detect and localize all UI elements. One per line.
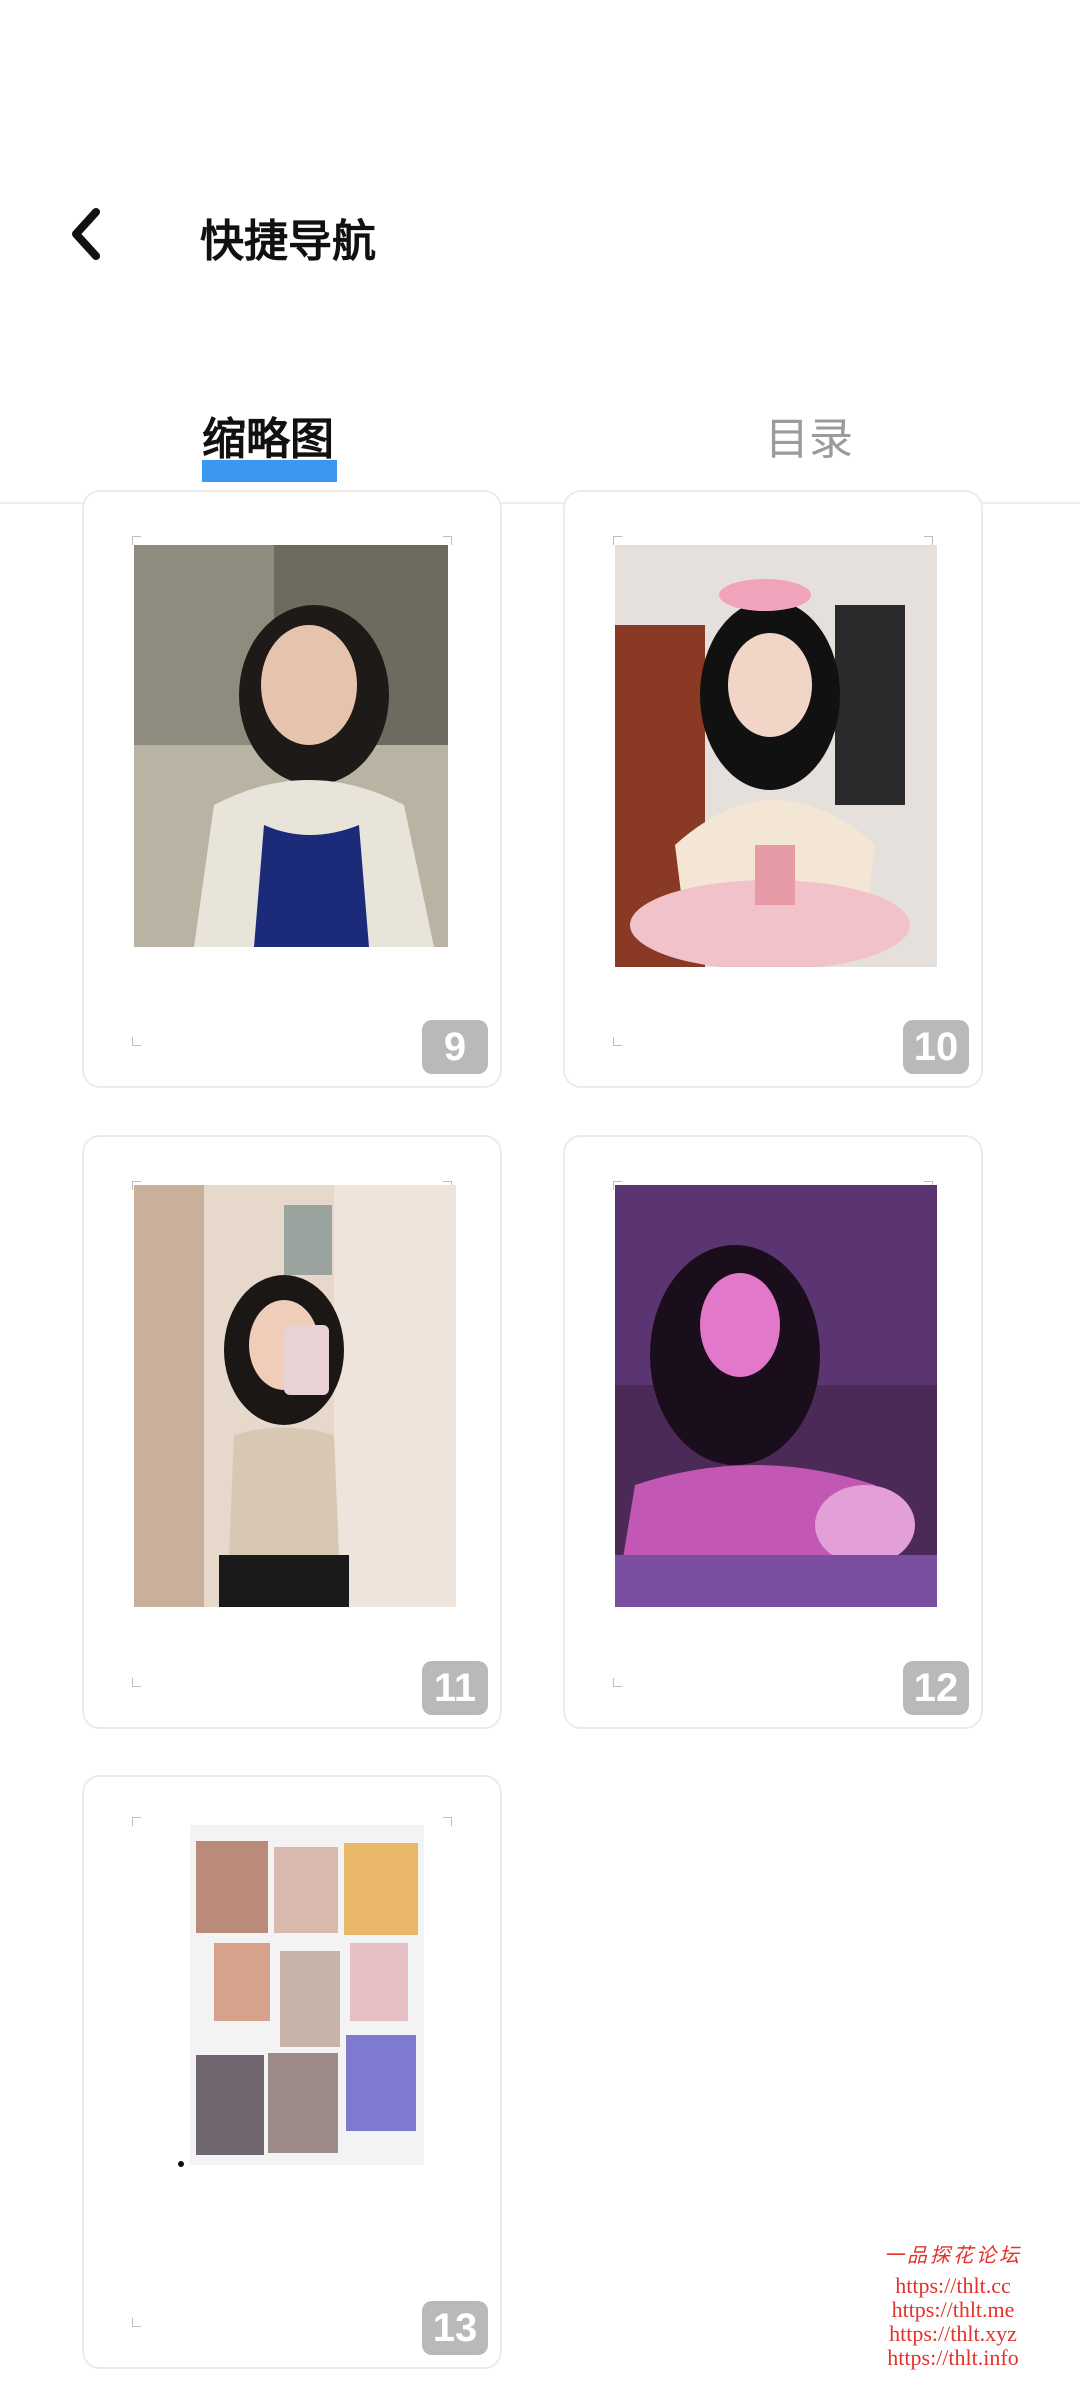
crop-mark <box>443 536 452 545</box>
back-button[interactable] <box>56 200 116 268</box>
page-image-10 <box>615 545 937 967</box>
page-thumbnail-card[interactable]: 9 <box>82 490 502 1088</box>
page-image-11 <box>134 1185 456 1607</box>
active-tab-indicator <box>202 460 337 482</box>
page-thumbnail-card[interactable]: 13 <box>82 1775 502 2369</box>
watermark-url: https://thlt.me <box>891 2297 1015 2322</box>
crop-mark <box>132 1678 141 1687</box>
crop-mark <box>613 536 622 545</box>
crop-mark <box>132 536 141 545</box>
tab-contents[interactable]: 目录 <box>765 403 853 467</box>
crop-mark <box>613 1037 622 1046</box>
watermark: 一品探花论坛 https://thlt.cc https://thlt.me h… <box>884 2239 1022 2370</box>
crop-mark <box>443 1817 452 1826</box>
watermark-url: https://thlt.info <box>887 2345 1019 2370</box>
page-thumbnail-card[interactable]: 10 <box>563 490 983 1088</box>
crop-mark <box>132 2318 141 2327</box>
dot <box>178 2161 184 2167</box>
crop-mark <box>924 536 933 545</box>
chevron-left-icon <box>72 208 100 260</box>
crop-mark <box>132 1037 141 1046</box>
page-image-12 <box>615 1185 937 1607</box>
page-title: 快捷导航 <box>200 216 376 267</box>
watermark-url: https://thlt.xyz <box>889 2321 1017 2346</box>
tab-thumbnails[interactable]: 缩略图 <box>202 403 334 467</box>
watermark-url: https://thlt.cc <box>895 2273 1011 2298</box>
page-number-badge: 12 <box>903 1661 969 1715</box>
page-number-badge: 13 <box>422 2301 488 2355</box>
page-number-badge: 11 <box>422 1661 488 1715</box>
page-number-badge: 10 <box>903 1020 969 1074</box>
crop-mark <box>132 1817 141 1826</box>
watermark-title: 一品探花论坛 <box>884 2245 1022 2267</box>
page-image-13 <box>190 1825 424 2165</box>
crop-mark <box>613 1678 622 1687</box>
page-thumbnail-card[interactable]: 11 <box>82 1135 502 1729</box>
page-number-badge: 9 <box>422 1020 488 1074</box>
page-image-9 <box>134 545 448 947</box>
page-thumbnail-card[interactable]: 12 <box>563 1135 983 1729</box>
